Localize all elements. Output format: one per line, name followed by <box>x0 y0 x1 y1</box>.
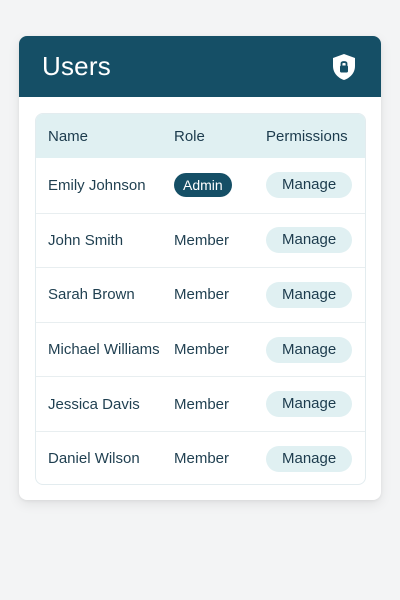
manage-button[interactable]: Manage <box>266 445 353 472</box>
manage-button[interactable]: Manage <box>266 172 353 199</box>
manage-button[interactable]: Manage <box>266 227 353 254</box>
table-header-row: Name Role Permissions <box>36 114 365 158</box>
table-row: Emily Johnson Admin Manage <box>36 158 365 213</box>
manage-button[interactable]: Manage <box>266 391 353 418</box>
user-role: Member <box>174 231 230 249</box>
manage-button[interactable]: Manage <box>266 336 353 363</box>
user-name: Jessica Davis <box>48 395 140 413</box>
table-row: John Smith Member Manage <box>36 212 365 268</box>
user-role: Member <box>174 341 230 359</box>
table-row: Daniel Wilson Member Manage <box>36 430 365 484</box>
user-role: Member <box>174 395 230 413</box>
table-row: Sarah Brown Member Manage <box>36 267 365 322</box>
user-role: Member <box>174 286 230 304</box>
role-badge-admin: Admin <box>174 173 232 198</box>
column-header-role[interactable]: Role <box>162 128 254 145</box>
page-title: Users <box>42 51 111 81</box>
user-name: Daniel Wilson <box>48 450 140 468</box>
table-row: Michael Williams Member Manage <box>36 321 365 377</box>
user-name: John Smith <box>48 231 124 249</box>
column-header-name[interactable]: Name <box>36 128 162 145</box>
user-name: Sarah Brown <box>48 286 135 304</box>
manage-button[interactable]: Manage <box>266 281 353 308</box>
table-row: Jessica Davis Member Manage <box>36 376 365 431</box>
users-table: Name Role Permissions Emily Johnson Admi… <box>35 113 366 485</box>
card-header: Users <box>19 36 381 97</box>
user-name: Emily Johnson <box>48 176 146 194</box>
users-card: Users Name Role Permissions Emily Johnso… <box>19 36 381 500</box>
user-role: Member <box>174 450 230 468</box>
user-name: Michael Williams <box>48 341 160 359</box>
shield-lock-icon[interactable] <box>331 53 357 81</box>
column-header-permissions[interactable]: Permissions <box>254 128 365 145</box>
